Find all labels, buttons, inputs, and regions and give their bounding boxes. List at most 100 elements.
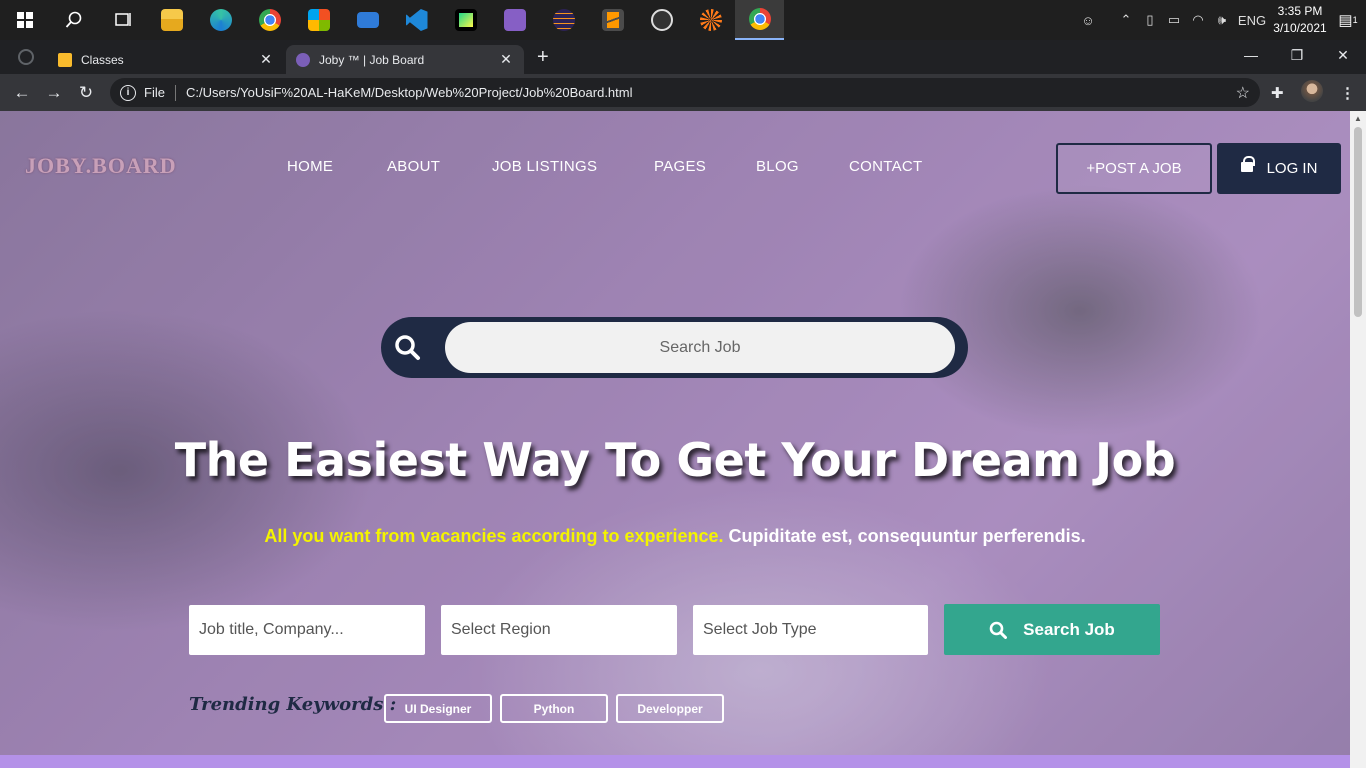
search-icon: [65, 11, 81, 28]
taskbar-app-visual-studio[interactable]: [490, 0, 539, 40]
chrome-icon: [258, 9, 281, 31]
taskbar-app-edge[interactable]: [196, 0, 245, 40]
more-menu-icon[interactable]: ⋮: [1340, 84, 1355, 102]
taskbar-app-file-explorer[interactable]: [147, 0, 196, 40]
nav-job-listings[interactable]: JOB LISTINGS: [492, 158, 597, 175]
vscode-icon: [405, 9, 428, 31]
notification-icon: ▤: [1338, 12, 1353, 29]
eclipse-icon: [552, 9, 575, 31]
page-favicon-icon: [296, 52, 310, 67]
taskbar-app-starburst[interactable]: [686, 0, 735, 40]
store-icon: [307, 9, 330, 31]
browser-tab-strip: Classes ✕ Joby ™ | Job Board ✕: [0, 40, 1366, 74]
search-job-input[interactable]: [445, 322, 955, 373]
page-scrollbar[interactable]: ▲: [1350, 111, 1366, 768]
usb-device-icon[interactable]: ▯: [1138, 0, 1162, 40]
forward-button[interactable]: →: [43, 82, 65, 104]
url-text[interactable]: C:/Users/YoUsiF%20AL-HaKeM/Desktop/Web%2…: [186, 85, 633, 100]
search-icon[interactable]: [393, 333, 421, 361]
restore-button[interactable]: ❐: [1274, 40, 1320, 70]
job-title-input[interactable]: [199, 621, 425, 639]
classroom-icon: [58, 52, 72, 67]
visual-studio-icon: [503, 9, 526, 31]
job-type-select-value: Select Job Type: [703, 621, 817, 638]
task-view-button[interactable]: [98, 0, 147, 40]
taskbar-app-sublime-text[interactable]: [588, 0, 637, 40]
taskbar-app-store[interactable]: [294, 0, 343, 40]
start-button[interactable]: [0, 0, 49, 40]
post-a-job-label: +POST A JOB: [1086, 160, 1182, 177]
clock-date: 3/10/2021: [1273, 21, 1327, 35]
login-label: LOG IN: [1266, 160, 1318, 177]
url-scheme: File: [144, 84, 176, 101]
keyword-tag[interactable]: Developper: [616, 694, 724, 723]
browser-toolbar: ← → ↻ i File C:/Users/YoUsiF%20AL-HaKeM/…: [0, 74, 1366, 111]
pycharm-icon: [454, 9, 477, 31]
people-icon[interactable]: ☺: [1076, 0, 1100, 40]
tab-search-icon[interactable]: [18, 49, 34, 65]
new-tab-button[interactable]: +: [537, 46, 549, 69]
search-taskbar-button[interactable]: [49, 0, 98, 40]
next-section-strip: [0, 755, 1350, 768]
chevron-up-icon[interactable]: ⌃: [1114, 0, 1138, 40]
taskbar-app-chrome-active[interactable]: [735, 0, 784, 40]
obs-icon: [650, 9, 673, 31]
post-a-job-button[interactable]: +POST A JOB: [1056, 143, 1212, 194]
search-job-button[interactable]: Search Job: [944, 604, 1160, 655]
tab-classes[interactable]: Classes ✕: [48, 45, 284, 74]
search-icon: [989, 621, 1008, 639]
task-view-icon: [114, 13, 131, 26]
nav-contact[interactable]: CONTACT: [849, 158, 922, 175]
tab-job-board[interactable]: Joby ™ | Job Board ✕: [286, 45, 524, 74]
job-title-field-box: [189, 605, 425, 655]
taskbar-app-vscode[interactable]: [392, 0, 441, 40]
lock-icon: [1240, 155, 1255, 176]
volume-icon[interactable]: 🕪: [1210, 0, 1234, 40]
back-button[interactable]: ←: [11, 82, 33, 104]
region-select-value: Select Region: [451, 621, 551, 638]
address-bar[interactable]: i File C:/Users/YoUsiF%20AL-HaKeM/Deskto…: [110, 78, 1260, 107]
language-indicator[interactable]: ENG: [1234, 0, 1270, 40]
taskbar-app-eclipse[interactable]: [539, 0, 588, 40]
chrome-icon: [748, 8, 771, 30]
region-select[interactable]: Select Region: [441, 605, 677, 655]
taskbar-app-chrome[interactable]: [245, 0, 294, 40]
web-page: JOBY.BOARD HOME ABOUT JOB LISTINGS PAGES…: [0, 111, 1350, 768]
keyword-tag[interactable]: UI Designer: [384, 694, 492, 723]
notification-count: 1: [1352, 15, 1358, 25]
sublime-text-icon: [601, 9, 624, 31]
hero-subtitle: All you want from vacancies according to…: [0, 526, 1350, 547]
taskbar-app-obs[interactable]: [637, 0, 686, 40]
window-close-button[interactable]: ✕: [1320, 40, 1366, 70]
edge-icon: [209, 9, 232, 31]
close-icon[interactable]: ✕: [498, 51, 514, 68]
login-button[interactable]: LOG IN: [1217, 143, 1341, 194]
job-type-select[interactable]: Select Job Type: [693, 605, 928, 655]
clock[interactable]: 3:35 PM 3/10/2021: [1270, 3, 1330, 37]
scrollbar-thumb[interactable]: [1354, 127, 1362, 317]
extensions-icon[interactable]: ✚: [1271, 84, 1284, 102]
bookmark-star-icon[interactable]: ☆: [1236, 83, 1250, 103]
nav-pages[interactable]: PAGES: [654, 158, 706, 175]
windows-taskbar: ☺ ⌃ ▯ ▭ ◠ 🕪 ENG 3:35 PM 3/10/2021 ▤ 1: [0, 0, 1366, 40]
scroll-up-arrow-icon[interactable]: ▲: [1354, 114, 1362, 123]
tab-title: Joby ™ | Job Board: [319, 52, 425, 67]
mail-icon: [356, 12, 379, 28]
wifi-icon[interactable]: ◠: [1186, 0, 1210, 40]
nav-blog[interactable]: BLOG: [756, 158, 799, 175]
reload-button[interactable]: ↻: [75, 82, 97, 104]
nav-home[interactable]: HOME: [287, 158, 333, 175]
profile-avatar[interactable]: [1301, 80, 1323, 102]
taskbar-app-mail[interactable]: [343, 0, 392, 40]
notification-center-button[interactable]: ▤ 1: [1330, 11, 1366, 29]
close-icon[interactable]: ✕: [258, 51, 274, 68]
taskbar-app-pycharm[interactable]: [441, 0, 490, 40]
site-logo[interactable]: JOBY.BOARD: [25, 153, 177, 179]
keyword-tag[interactable]: Python: [500, 694, 608, 723]
battery-icon[interactable]: ▭: [1162, 0, 1186, 40]
minimize-button[interactable]: —: [1228, 40, 1274, 70]
folder-icon: [160, 9, 183, 31]
system-tray: ☺ ⌃ ▯ ▭ ◠ 🕪 ENG 3:35 PM 3/10/2021 ▤ 1: [1076, 0, 1366, 40]
nav-about[interactable]: ABOUT: [387, 158, 440, 175]
info-icon[interactable]: i: [120, 84, 136, 101]
